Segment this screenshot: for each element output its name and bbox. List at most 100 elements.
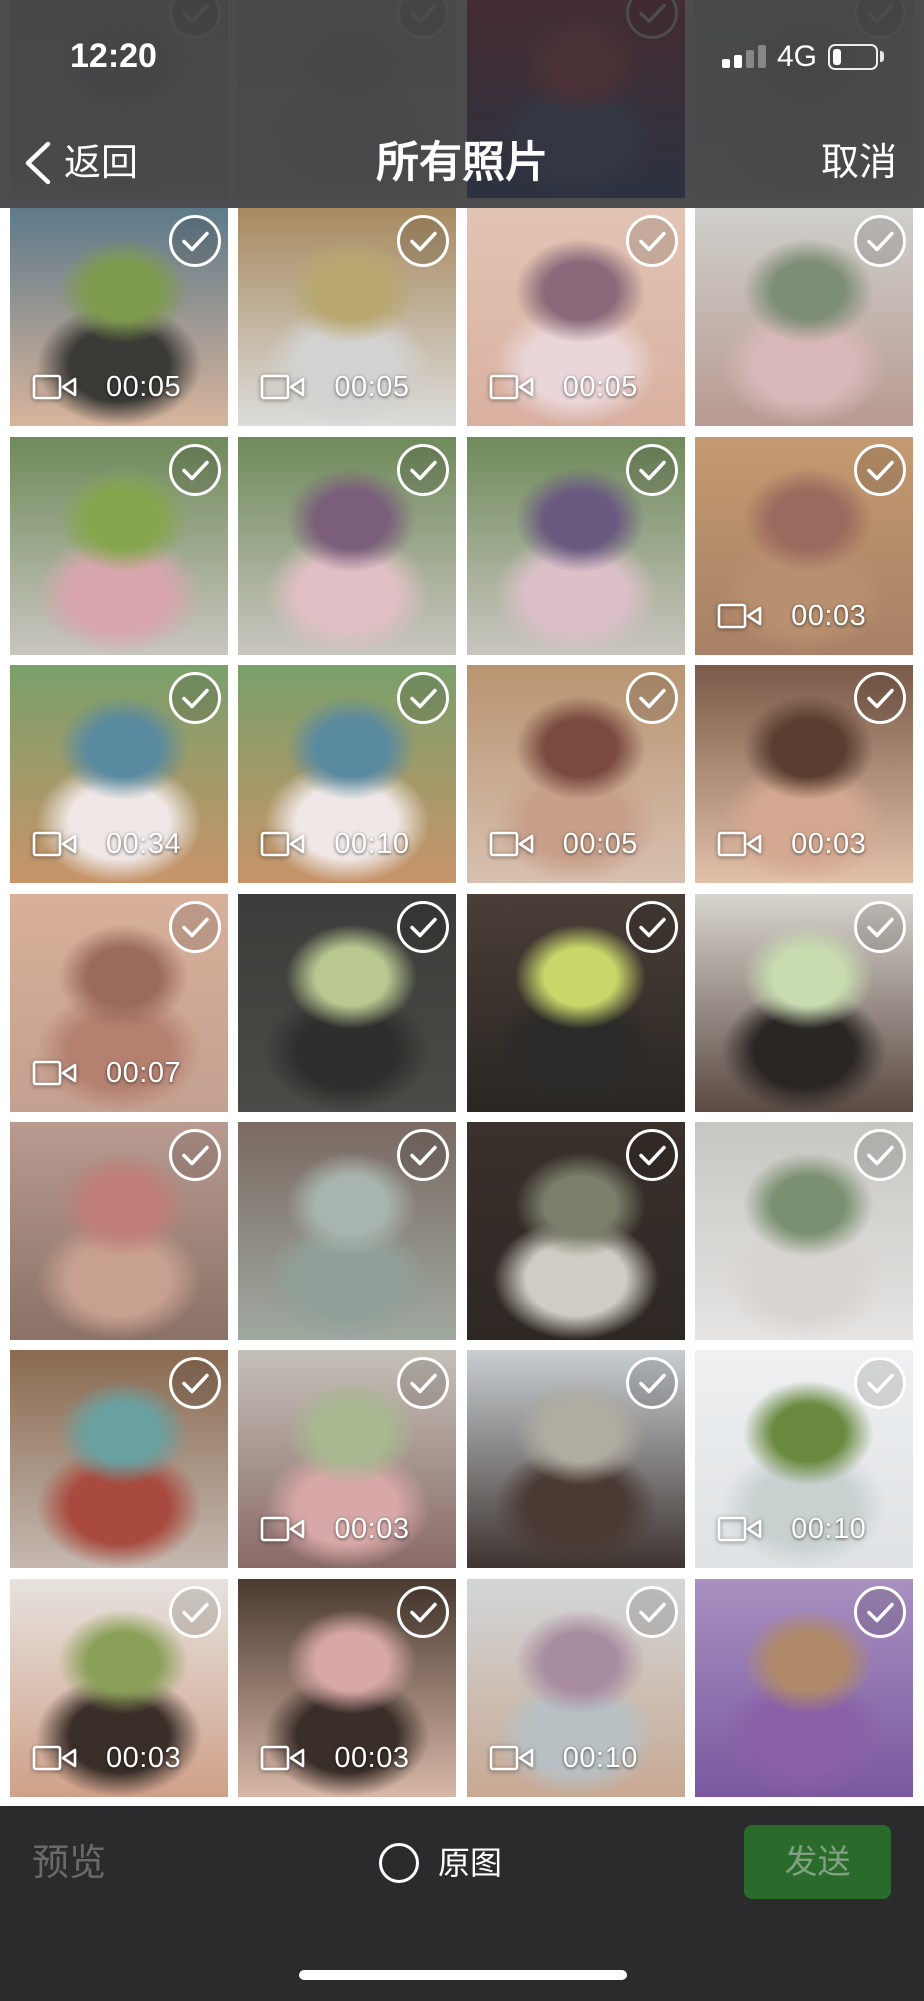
select-check-icon[interactable] bbox=[853, 1128, 907, 1182]
select-check-icon[interactable] bbox=[396, 214, 450, 268]
photo-thumbnail[interactable]: 00:03 bbox=[238, 1578, 457, 1797]
video-badge: 00:03 bbox=[260, 1741, 409, 1775]
select-check-icon[interactable] bbox=[168, 1356, 222, 1410]
photo-thumbnail[interactable]: 00:05 bbox=[466, 665, 685, 884]
select-check-icon[interactable] bbox=[853, 671, 907, 725]
photo-thumbnail[interactable] bbox=[695, 1578, 914, 1797]
select-check-icon[interactable] bbox=[396, 1128, 450, 1182]
select-check-icon[interactable] bbox=[625, 1128, 679, 1182]
battery-cap bbox=[880, 51, 884, 62]
photo-thumbnail[interactable]: 00:10 bbox=[238, 665, 457, 884]
video-badge: 00:10 bbox=[489, 1741, 638, 1775]
top-bar: 12:20 4G 返回 所有照片 取消 bbox=[0, 0, 924, 208]
video-badge: 00:03 bbox=[260, 1512, 409, 1546]
cancel-button[interactable]: 取消 bbox=[821, 140, 897, 186]
select-check-icon[interactable] bbox=[625, 671, 679, 725]
send-button[interactable]: 发送 bbox=[744, 1825, 891, 1899]
photo-thumbnail[interactable] bbox=[466, 436, 685, 655]
video-camera-icon bbox=[489, 829, 535, 859]
photo-thumbnail[interactable] bbox=[238, 893, 457, 1112]
video-badge: 00:05 bbox=[260, 370, 409, 404]
select-check-icon[interactable] bbox=[625, 1585, 679, 1639]
status-time: 12:20 bbox=[70, 37, 157, 75]
photo-thumbnail[interactable]: 00:03 bbox=[238, 1350, 457, 1569]
select-check-icon[interactable] bbox=[853, 1356, 907, 1410]
select-check-icon[interactable] bbox=[168, 443, 222, 497]
photo-thumbnail[interactable]: 00:03 bbox=[10, 1578, 228, 1797]
photo-thumbnail[interactable] bbox=[238, 1121, 457, 1340]
photo-thumbnail[interactable] bbox=[466, 1121, 685, 1340]
photo-thumbnail[interactable] bbox=[10, 436, 228, 655]
video-duration: 00:34 bbox=[106, 828, 182, 861]
photo-thumbnail[interactable] bbox=[695, 1121, 914, 1340]
select-check-icon[interactable] bbox=[168, 671, 222, 725]
video-duration: 00:05 bbox=[562, 371, 638, 404]
photo-thumbnail[interactable]: 00:03 bbox=[695, 436, 914, 655]
video-camera-icon bbox=[260, 1514, 306, 1544]
video-badge: 00:10 bbox=[260, 827, 409, 861]
select-check-icon[interactable] bbox=[396, 671, 450, 725]
video-duration: 00:05 bbox=[334, 371, 410, 404]
photo-thumbnail[interactable]: 00:05 bbox=[238, 208, 457, 427]
select-check-icon[interactable] bbox=[625, 443, 679, 497]
video-camera-icon bbox=[32, 372, 78, 402]
battery-icon bbox=[828, 44, 878, 70]
radio-circle-icon bbox=[376, 1840, 422, 1886]
select-check-icon[interactable] bbox=[853, 443, 907, 497]
video-duration: 00:03 bbox=[334, 1741, 410, 1774]
select-check-icon[interactable] bbox=[625, 1356, 679, 1410]
video-duration: 00:05 bbox=[562, 828, 638, 861]
video-camera-icon bbox=[32, 1743, 78, 1773]
video-badge: 00:03 bbox=[717, 599, 866, 633]
battery-level bbox=[833, 49, 841, 65]
video-duration: 00:10 bbox=[791, 1513, 867, 1546]
select-check-icon[interactable] bbox=[168, 214, 222, 268]
select-check-icon[interactable] bbox=[625, 214, 679, 268]
photo-thumbnail[interactable] bbox=[238, 436, 457, 655]
photo-thumbnail[interactable] bbox=[466, 1350, 685, 1569]
select-check-icon[interactable] bbox=[168, 1585, 222, 1639]
video-duration: 00:10 bbox=[334, 828, 410, 861]
video-camera-icon bbox=[717, 601, 763, 631]
photo-thumbnail[interactable]: 00:03 bbox=[695, 665, 914, 884]
photo-thumbnail[interactable] bbox=[10, 1350, 228, 1569]
photo-thumbnail[interactable] bbox=[10, 1121, 228, 1340]
video-badge: 00:05 bbox=[489, 370, 638, 404]
video-badge: 00:03 bbox=[32, 1741, 181, 1775]
photo-thumbnail[interactable] bbox=[695, 208, 914, 427]
select-check-icon[interactable] bbox=[396, 1585, 450, 1639]
photo-thumbnail[interactable] bbox=[695, 893, 914, 1112]
photo-thumbnail[interactable] bbox=[466, 893, 685, 1112]
video-camera-icon bbox=[260, 829, 306, 859]
photo-thumbnail[interactable]: 00:05 bbox=[466, 208, 685, 427]
select-check-icon[interactable] bbox=[396, 443, 450, 497]
select-check-icon[interactable] bbox=[396, 1356, 450, 1410]
page-title: 所有照片 bbox=[376, 139, 548, 187]
video-duration: 00:03 bbox=[334, 1513, 410, 1546]
photo-thumbnail[interactable]: 00:07 bbox=[10, 893, 228, 1112]
photo-thumbnail[interactable]: 00:05 bbox=[10, 208, 228, 427]
photo-thumbnail[interactable]: 00:34 bbox=[10, 665, 228, 884]
select-check-icon[interactable] bbox=[853, 1585, 907, 1639]
video-badge: 00:05 bbox=[489, 827, 638, 861]
video-camera-icon bbox=[260, 372, 306, 402]
preview-button[interactable]: 预览 bbox=[32, 1839, 106, 1887]
select-check-icon[interactable] bbox=[853, 214, 907, 268]
select-check-icon[interactable] bbox=[853, 900, 907, 954]
video-duration: 00:10 bbox=[562, 1741, 638, 1774]
select-check-icon[interactable] bbox=[396, 900, 450, 954]
photo-thumbnail[interactable]: 00:10 bbox=[695, 1350, 914, 1569]
video-camera-icon bbox=[260, 1743, 306, 1773]
select-check-icon[interactable] bbox=[168, 900, 222, 954]
video-badge: 00:07 bbox=[32, 1056, 181, 1090]
signal-bar bbox=[722, 59, 730, 68]
video-camera-icon bbox=[717, 1514, 763, 1544]
photo-grid: 00:05 00:05 00:05 00:03 00:34 00:10 00:05 00:03… bbox=[10, 0, 914, 1797]
video-duration: 00:07 bbox=[106, 1056, 182, 1089]
video-duration: 00:05 bbox=[106, 371, 182, 404]
video-camera-icon bbox=[489, 372, 535, 402]
select-check-icon[interactable] bbox=[168, 1128, 222, 1182]
original-toggle[interactable]: 原图 bbox=[376, 1839, 502, 1887]
photo-thumbnail[interactable]: 00:10 bbox=[466, 1578, 685, 1797]
select-check-icon[interactable] bbox=[625, 900, 679, 954]
